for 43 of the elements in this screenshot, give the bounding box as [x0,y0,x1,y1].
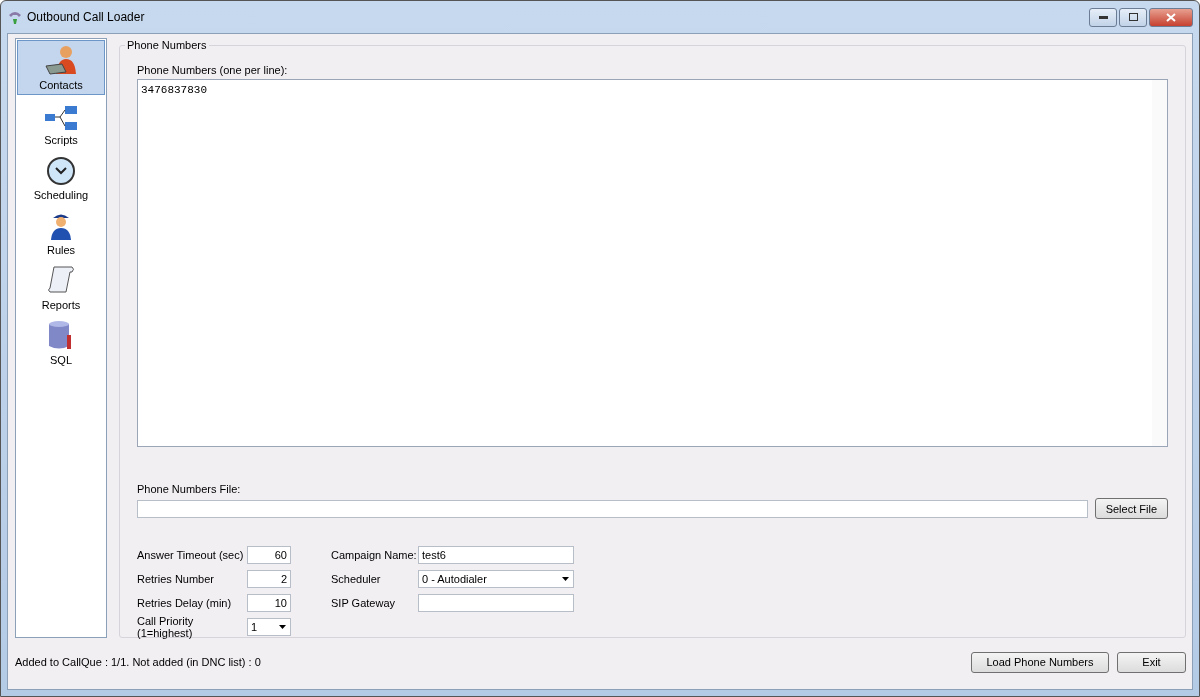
sidebar-item[interactable]: Scripts [17,95,105,150]
field-label: Phone Numbers File: [137,483,242,495]
number-field[interactable]: 2 [247,570,291,588]
field-label: Campaign Name: [331,549,418,561]
dropdown[interactable]: 1 [247,618,291,636]
phone-icon [7,9,23,25]
select-file-button[interactable]: Select File [1094,498,1168,519]
sidebar-item[interactable]: Scheduling [17,150,105,205]
scroll-icon [46,264,76,296]
caret-icon [562,577,569,581]
text-field[interactable] [418,594,574,612]
sidebar-item[interactable]: SQL [17,315,105,370]
number-field[interactable]: 60 [247,546,291,564]
caret-icon [279,625,286,629]
load-button[interactable]: Load Phone Numbers [971,651,1109,673]
field-label: SIP Gateway [331,597,396,609]
sidebar-item[interactable]: Reports [17,260,105,315]
close-button[interactable] [1149,7,1193,27]
minimize-button[interactable] [1089,7,1117,27]
field-label: Answer Timeout (sec) [137,549,245,561]
field-label: Call Priority (1=highest) [137,615,195,639]
sidebar-item[interactable]: Rules [17,205,105,260]
maximize-button[interactable] [1119,7,1147,27]
window-title: Outbound Call Loader [27,10,145,24]
file-path-field[interactable] [137,499,1088,518]
text-area[interactable]: 3476837830 [137,79,1168,447]
clock-icon [46,156,76,186]
field-label: Retries Number [137,573,216,585]
close-icon [1166,12,1176,22]
sidebar-item[interactable]: Contacts [17,40,105,95]
number-field[interactable]: 10 [247,594,291,612]
field-label: Retries Delay (min) [137,597,233,609]
text-field[interactable]: test6 [418,546,574,564]
exit-button[interactable]: Exit [1117,651,1186,673]
person-phone-icon [44,44,78,76]
dropdown[interactable]: 0 - Autodialer [418,570,574,588]
minimize-icon [1098,15,1108,19]
field-label: Scheduler [331,573,382,585]
status-text: Added to CallQue : 1/1. Not added (in DNC list) : 0 [15,656,261,668]
group-title: Phone Numbers [125,39,209,51]
field-label: Phone Numbers (one per line): [137,64,289,76]
flowchart-icon [44,105,78,131]
maximize-icon [1128,13,1138,21]
